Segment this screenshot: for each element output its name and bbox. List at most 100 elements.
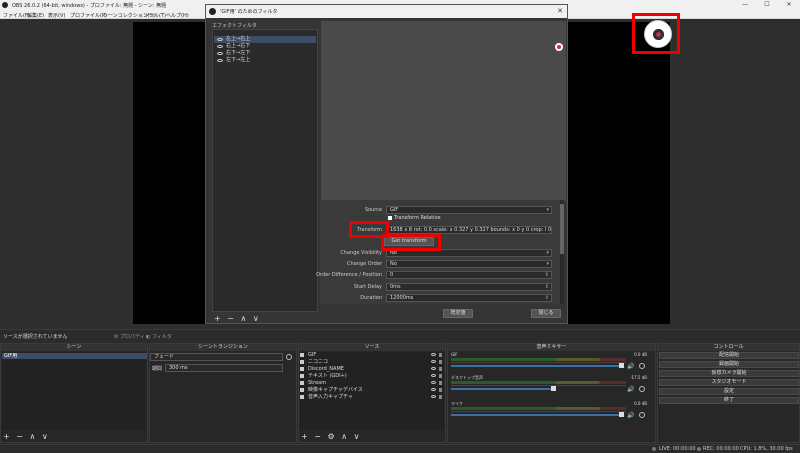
stepper-icon: ⇕	[544, 272, 549, 278]
prop-row-change-visibility: Change Visibility No ▾	[320, 249, 552, 257]
chevron-down-icon: ▾	[546, 261, 549, 267]
transform-relative-checkbox[interactable]	[388, 216, 392, 220]
eye-icon	[431, 367, 436, 370]
lock-icon	[439, 381, 442, 385]
live-time: LIVE: 00:00:00	[659, 446, 696, 452]
filter-list-buttons[interactable]: + − ∧ ∨	[214, 314, 261, 323]
volume-slider[interactable]	[451, 414, 621, 416]
menu-help[interactable]: ヘルプ(H)	[166, 12, 189, 19]
dialog-close-button[interactable]: 閉じる	[531, 309, 561, 318]
eye-icon	[431, 388, 436, 391]
lock-icon	[439, 360, 442, 364]
chevron-down-icon: ▾	[546, 207, 549, 213]
scene-list-buttons[interactable]: + − ∧ ∨	[3, 432, 50, 441]
gif-logo-image[interactable]	[644, 20, 672, 48]
gear-icon[interactable]	[639, 412, 645, 418]
audio-meter	[451, 381, 626, 384]
no-source-selected-text: ソースが選択されていません	[3, 334, 68, 340]
lock-icon	[439, 353, 442, 357]
start-delay-stepper[interactable]: 0ms ⇕	[386, 283, 552, 291]
volume-slider[interactable]	[451, 365, 621, 367]
speaker-icon[interactable]: 🔊	[627, 386, 634, 393]
globe-icon	[300, 360, 304, 364]
source-item[interactable]: テキスト (GDI+)	[299, 373, 444, 379]
menu-profile[interactable]: プロファイル(P)	[70, 12, 107, 19]
exit-button[interactable]: 終了	[659, 397, 799, 404]
source-select[interactable]: GIF ▾	[386, 206, 552, 214]
audio-meter	[451, 407, 626, 410]
scene-item[interactable]: GIF用	[2, 353, 147, 359]
filter-item[interactable]: 右下→左下	[214, 50, 316, 57]
eye-icon	[431, 395, 436, 398]
change-order-select[interactable]: No ▾	[386, 260, 552, 268]
source-list-buttons[interactable]: + − ⚙ ∧ ∨	[301, 432, 361, 441]
studio-mode-button[interactable]: スタジオモード	[659, 379, 799, 386]
source-item[interactable]: 音声入力キャプチャ	[299, 394, 444, 400]
eye-icon	[431, 381, 436, 384]
obs-app-icon	[2, 2, 8, 8]
source-item[interactable]: 映像キャプチャデバイス	[299, 387, 444, 393]
live-indicator-icon	[652, 447, 656, 451]
filter-item[interactable]: 左上→右上	[214, 36, 316, 43]
menu-view[interactable]: 表示(V)	[48, 12, 65, 19]
duration-stepper[interactable]: 12000ms ⇕	[386, 294, 552, 302]
window-title: OBS 26.0.2 (64-bit, windows) - プロファイル: 無…	[12, 3, 167, 9]
filter-item[interactable]: 右上→右下	[214, 43, 316, 50]
source-item[interactable]: GIF	[299, 352, 444, 358]
transition-select[interactable]: フェード	[150, 353, 283, 361]
settings-button[interactable]: 設定	[659, 388, 799, 395]
source-item[interactable]: Stream	[299, 380, 444, 386]
transition-duration-field[interactable]: 300 ms	[165, 364, 283, 372]
menu-edit[interactable]: 編集(E)	[27, 12, 44, 19]
eye-icon[interactable]	[217, 38, 223, 41]
eye-icon[interactable]	[217, 52, 223, 55]
scenes-dock: シーン GIF用 + − ∧ ∨	[0, 343, 148, 443]
order-difference-stepper[interactable]: 0 ⇕	[386, 271, 552, 279]
volume-slider-knob[interactable]	[551, 386, 556, 391]
menu-file[interactable]: ファイル(F)	[3, 12, 30, 19]
maximize-button[interactable]: ☐	[756, 0, 778, 10]
filters-button[interactable]: ◐ フィルタ	[146, 333, 172, 340]
source-item[interactable]: Discord_NAME	[299, 366, 444, 372]
gear-icon[interactable]	[639, 363, 645, 369]
filter-item[interactable]: 左下→左上	[214, 57, 316, 64]
dialog-close-icon[interactable]: ✕	[557, 7, 563, 15]
stepper-icon: ⇕	[544, 284, 549, 290]
mixer-channel: マイク 0.0 dB 🔊	[451, 401, 647, 419]
status-bar: LIVE: 00:00:00 REC: 00:00:00 CPU: 1.8%, …	[0, 444, 800, 453]
start-recording-button[interactable]: 録画開始	[659, 361, 799, 368]
volume-slider-knob[interactable]	[619, 363, 624, 368]
scenes-header: シーン	[1, 344, 147, 351]
speaker-icon[interactable]: 🔊	[627, 412, 634, 419]
gear-icon[interactable]	[639, 386, 645, 392]
prop-row-change-order: Change Order No ▾	[320, 260, 552, 268]
camera-icon	[300, 388, 304, 392]
start-virtual-camera-button[interactable]: 仮想カメラ開始	[659, 370, 799, 377]
start-streaming-button[interactable]: 配信開始	[659, 352, 799, 359]
prop-row-order-difference: Order Difference / Position 0 ⇕	[316, 271, 552, 279]
lock-icon	[439, 374, 442, 378]
close-window-button[interactable]: ✕	[778, 0, 800, 10]
speaker-icon[interactable]: 🔊	[627, 363, 634, 370]
eye-icon[interactable]	[217, 45, 223, 48]
source-item[interactable]: ニコニコ	[299, 359, 444, 365]
eye-icon[interactable]	[217, 59, 223, 62]
mixer-channel: GIF 0.0 dB 🔊	[451, 352, 647, 370]
transition-gear-icon[interactable]	[286, 354, 292, 360]
menu-tools[interactable]: ツール(T)	[144, 12, 166, 19]
transform-field[interactable]: 1638 x 8 rot: 0.0 scale: x 0.327 y 0.327…	[386, 226, 552, 234]
source-toolbar: ソースが選択されていません ⚙ プロパティ ◐ フィルタ	[0, 329, 800, 341]
properties-scrollbar[interactable]	[560, 200, 564, 304]
get-transform-button[interactable]: Get transform	[384, 237, 434, 246]
sources-dock: ソース + − ⚙ ∧ ∨	[298, 343, 446, 443]
dialog-title: 'GIF用' のためのフィルタ	[220, 9, 278, 15]
sources-header: ソース	[299, 344, 445, 351]
properties-button[interactable]: ⚙ プロパティ	[114, 333, 145, 340]
reset-defaults-button[interactable]: 既定値	[443, 309, 473, 318]
change-visibility-select[interactable]: No ▾	[386, 249, 552, 257]
volume-slider-knob[interactable]	[619, 412, 624, 417]
minimize-button[interactable]: —	[734, 0, 756, 10]
volume-slider[interactable]	[451, 388, 553, 390]
scenes-list	[2, 352, 146, 430]
lock-icon	[439, 367, 442, 371]
